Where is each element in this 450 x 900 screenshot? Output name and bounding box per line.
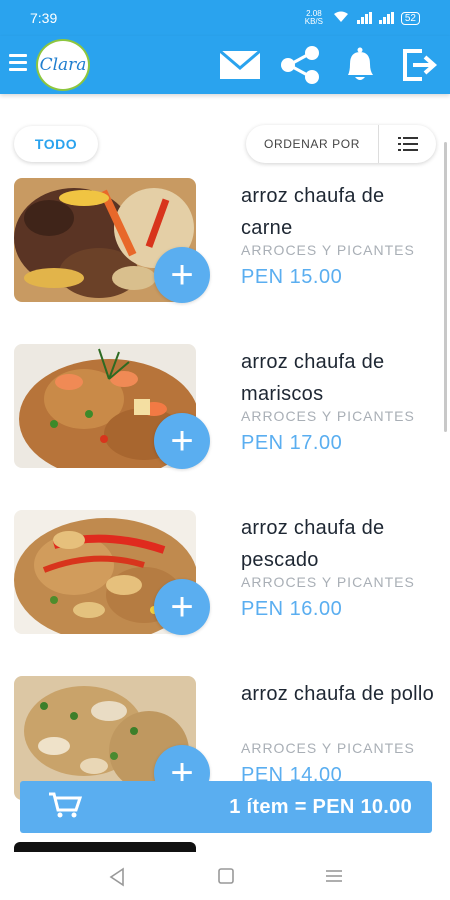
product-category: ARROCES Y PICANTES (241, 740, 415, 756)
logo-text: Clara (39, 55, 87, 75)
logout-icon[interactable] (400, 46, 440, 84)
data-speed: 2.08 KB/S (304, 9, 323, 26)
status-time: 7:39 (30, 10, 58, 26)
wifi-icon (333, 11, 349, 26)
list-item[interactable]: + arroz chaufa de pescado ARROCES Y PICA… (0, 502, 450, 662)
list-icon (397, 137, 418, 151)
status-icons: 2.08 KB/S 52 (303, 10, 420, 26)
list-view-button[interactable] (379, 125, 436, 163)
sort-button[interactable]: ORDENAR POR (246, 137, 378, 151)
battery-indicator: 52 (400, 11, 420, 25)
product-price: PEN 15.00 (241, 266, 343, 288)
menu-icon[interactable] (9, 54, 27, 74)
app-logo[interactable]: Clara (36, 39, 90, 91)
product-price: PEN 16.00 (241, 598, 343, 620)
product-name: arroz chaufa de mariscos (241, 351, 385, 405)
list-item[interactable]: + arroz chaufa de mariscos ARROCES Y PIC… (0, 336, 450, 496)
next-item-image (14, 842, 196, 852)
bell-icon[interactable] (340, 46, 380, 84)
cart-icon (48, 791, 83, 824)
product-name: arroz chaufa de pescado (241, 517, 385, 571)
signal-icon-2 (378, 12, 394, 24)
status-bar: 7:39 2.08 KB/S 52 (0, 0, 450, 36)
recents-icon[interactable] (325, 867, 343, 890)
app-bar: Clara (0, 36, 450, 94)
product-category: ARROCES Y PICANTES (241, 408, 415, 424)
product-category: ARROCES Y PICANTES (241, 574, 415, 590)
list-item[interactable]: + arroz chaufa de carne ARROCES Y PICANT… (0, 170, 450, 330)
filter-row: TODO ORDENAR POR (0, 112, 450, 172)
sort-group: ORDENAR POR (246, 125, 436, 163)
product-name: arroz chaufa de pollo (241, 683, 435, 705)
signal-icon (356, 12, 372, 24)
add-to-cart-button[interactable]: + (154, 413, 210, 469)
product-price: PEN 17.00 (241, 432, 343, 454)
mail-icon[interactable] (219, 46, 261, 84)
cart-summary: 1 ítem = PEN 10.00 (229, 795, 412, 818)
add-to-cart-button[interactable]: + (154, 579, 210, 635)
product-name: arroz chaufa de carne (241, 185, 385, 239)
product-category: ARROCES Y PICANTES (241, 242, 415, 258)
back-icon[interactable] (108, 867, 126, 892)
add-to-cart-button[interactable]: + (154, 247, 210, 303)
home-icon[interactable] (217, 867, 235, 890)
cart-bar[interactable]: 1 ítem = PEN 10.00 (20, 781, 432, 833)
category-chip-todo[interactable]: TODO (14, 126, 98, 162)
share-icon[interactable] (279, 46, 319, 84)
system-nav-bar (0, 855, 450, 900)
